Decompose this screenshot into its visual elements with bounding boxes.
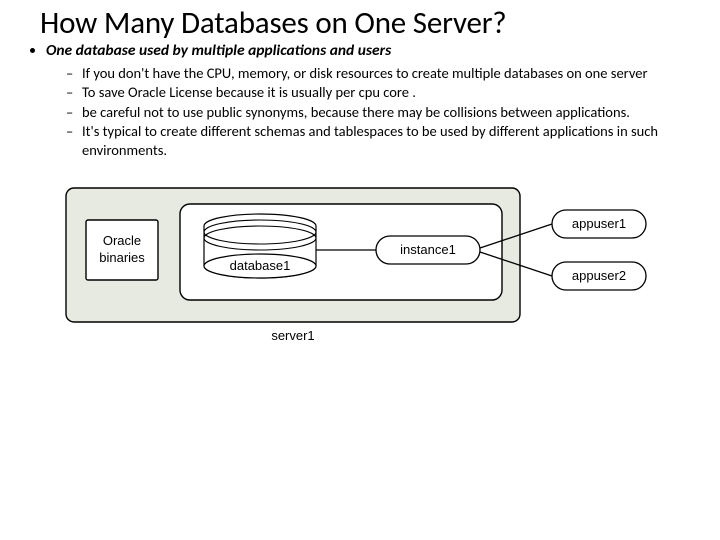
bullet-list: One database used by multiple applicatio… xyxy=(46,42,692,160)
appuser2-label: appuser2 xyxy=(572,268,626,283)
page-title: How Many Databases on One Server? xyxy=(40,4,692,42)
server-label: server1 xyxy=(271,328,314,343)
bullet-main-text: One database used by multiple applicatio… xyxy=(46,41,391,60)
database-label: database1 xyxy=(230,258,291,273)
binaries-label-line1: Oracle xyxy=(103,233,141,248)
bullet-sub-item: If you don't have the CPU, memory, or di… xyxy=(66,64,692,83)
database-cylinder: database1 xyxy=(204,214,316,278)
diagram-svg: server1 Oracle binaries database1 instan… xyxy=(62,180,658,348)
slide: How Many Databases on One Server? One da… xyxy=(0,0,720,540)
bullet-main: One database used by multiple applicatio… xyxy=(46,42,692,160)
bullet-sub-item: To save Oracle License because it is usu… xyxy=(66,83,692,102)
binaries-label-line2: binaries xyxy=(99,250,145,265)
bullet-sub-item: It's typical to create different schemas… xyxy=(66,122,692,159)
appuser1-label: appuser1 xyxy=(572,216,626,231)
bullet-sub-list: If you don't have the CPU, memory, or di… xyxy=(66,64,692,160)
architecture-diagram: server1 Oracle binaries database1 instan… xyxy=(62,180,658,348)
bullet-sub-item: be careful not to use public synonyms, b… xyxy=(66,103,692,122)
instance-label: instance1 xyxy=(400,242,456,257)
